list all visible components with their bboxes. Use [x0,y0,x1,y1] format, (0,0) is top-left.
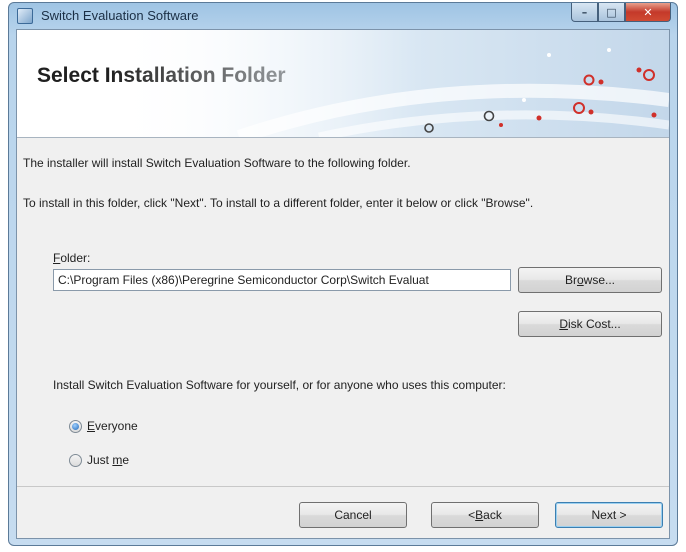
back-label-start: < [468,508,476,522]
installer-window: Switch Evaluation Software – □ ✕ Select … [8,2,678,546]
maximize-icon: □ [606,5,617,19]
minimize-button[interactable]: – [571,3,598,22]
header-banner: Select Installation Folder [17,30,669,138]
title-bar[interactable]: Switch Evaluation Software – □ ✕ [9,3,677,29]
intro-line-2: To install in this folder, click "Next".… [23,196,534,210]
window-title: Switch Evaluation Software [41,8,199,23]
browse-label-end: wse... [583,273,616,287]
dialog-client-area: Select Installation Folder [16,29,670,539]
folder-path-input[interactable]: C:\Program Files (x86)\Peregrine Semicon… [53,269,511,291]
back-mnemonic: B [475,508,484,522]
install-for-prompt: Install Switch Evaluation Software for y… [53,378,506,392]
everyone-mnemonic: E [87,419,96,433]
just-me-mnemonic: m [112,453,123,467]
just-me-text-start: Just [87,453,113,467]
just-me-label[interactable]: Just me [87,453,129,467]
folder-label: Folder: [53,251,90,265]
banner-decoration [109,30,669,137]
browse-label-start: Br [564,273,577,287]
next-button[interactable]: Next > [555,502,663,528]
radio-selected-dot [72,423,79,430]
folder-label-text: older: [60,251,91,265]
intro-line-1: The installer will install Switch Evalua… [23,156,411,170]
everyone-label[interactable]: Everyone [87,419,138,433]
maximize-button[interactable]: □ [598,3,625,22]
browse-label-mnemonic: o [576,273,584,287]
footer-divider [17,486,669,487]
disk-cost-button[interactable]: Disk Cost... [518,311,662,337]
installer-app-icon [17,8,33,24]
close-button[interactable]: ✕ [625,3,671,22]
minimize-icon: – [581,5,588,19]
disk-cost-label: isk Cost... [567,317,621,331]
everyone-text: veryone [95,419,138,433]
browse-button[interactable]: Br o wse... [518,267,662,293]
back-label-end: ack [483,508,502,522]
cancel-button[interactable]: Cancel [299,502,407,528]
close-icon: ✕ [643,5,653,19]
everyone-radio[interactable] [69,420,82,433]
window-controls: – □ ✕ [571,3,671,23]
disk-cost-mnemonic: D [559,317,568,331]
just-me-text-end: e [122,453,130,467]
just-me-radio[interactable] [69,454,82,467]
back-button[interactable]: < Back [431,502,539,528]
